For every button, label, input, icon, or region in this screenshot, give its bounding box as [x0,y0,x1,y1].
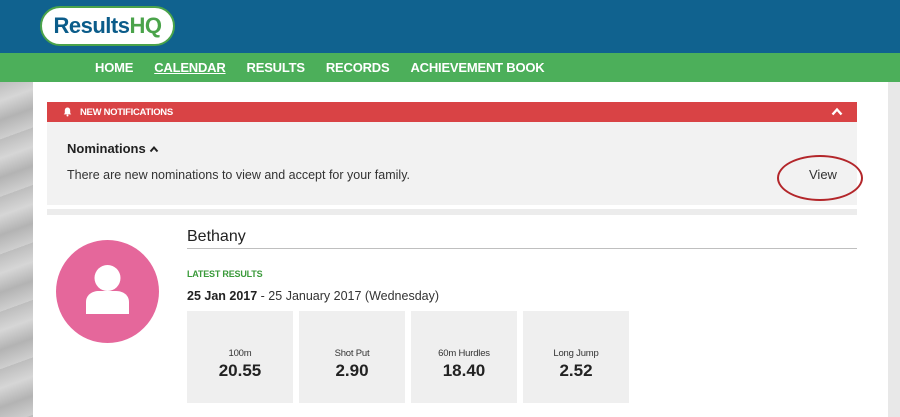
top-header: Results HQ [0,0,900,53]
result-value: 2.52 [559,361,593,380]
latest-results-label: LATEST RESULTS [187,269,263,279]
nav-records[interactable]: RECORDS [326,60,390,75]
result-value: 20.55 [218,361,262,380]
result-card[interactable]: 100m 20.55 [187,311,293,403]
result-value: 2.90 [335,361,369,380]
chevron-up-icon [149,145,158,152]
result-event: Long Jump [553,348,599,359]
collapse-caret-icon[interactable] [831,107,843,116]
background-gutter-left [0,82,33,417]
results-date: 25 Jan 2017 - 25 January 2017 (Wednesday… [187,289,439,303]
nominations-message: There are new nominations to view and ac… [67,168,410,182]
name-underline [187,248,857,249]
section-divider [47,209,857,215]
user-icon [86,265,129,314]
result-event: Shot Put [334,348,370,359]
resultshq-logo[interactable]: Results HQ [40,6,175,46]
result-card[interactable]: Long Jump 2.52 [523,311,629,403]
nav-achievement-book[interactable]: ACHIEVEMENT BOOK [410,60,544,75]
athlete-name: Bethany [187,228,246,245]
nav-calendar[interactable]: CALENDAR [154,60,226,75]
result-card[interactable]: 60m Hurdles 18.40 [411,311,517,403]
result-value: 18.40 [442,361,486,380]
background-gutter-right [888,82,900,417]
logo-text-results: Results [53,13,130,38]
nominations-toggle[interactable]: Nominations [67,141,159,156]
page-content: NEW NOTIFICATIONS Nominations There are … [33,82,888,417]
notifications-header[interactable]: NEW NOTIFICATIONS [47,102,857,122]
results-date-short: 25 Jan 2017 [187,289,258,303]
view-nominations-link[interactable]: View [809,167,837,182]
logo-text-hq: HQ [129,13,162,38]
nominations-title: Nominations [67,141,146,156]
result-event: 100m [228,348,252,359]
notifications-panel: Nominations There are new nominations to… [47,122,863,205]
nav-home[interactable]: HOME [95,60,133,75]
bell-icon [63,107,72,117]
result-card[interactable]: Shot Put 2.90 [299,311,405,403]
results-date-long: - 25 January 2017 (Wednesday) [257,289,440,303]
nav-results[interactable]: RESULTS [247,60,306,75]
result-event: 60m Hurdles [438,348,490,359]
athlete-avatar [56,240,159,343]
main-nav: HOME CALENDAR RESULTS RECORDS ACHIEVEMEN… [0,53,900,82]
notifications-title: NEW NOTIFICATIONS [80,106,173,118]
